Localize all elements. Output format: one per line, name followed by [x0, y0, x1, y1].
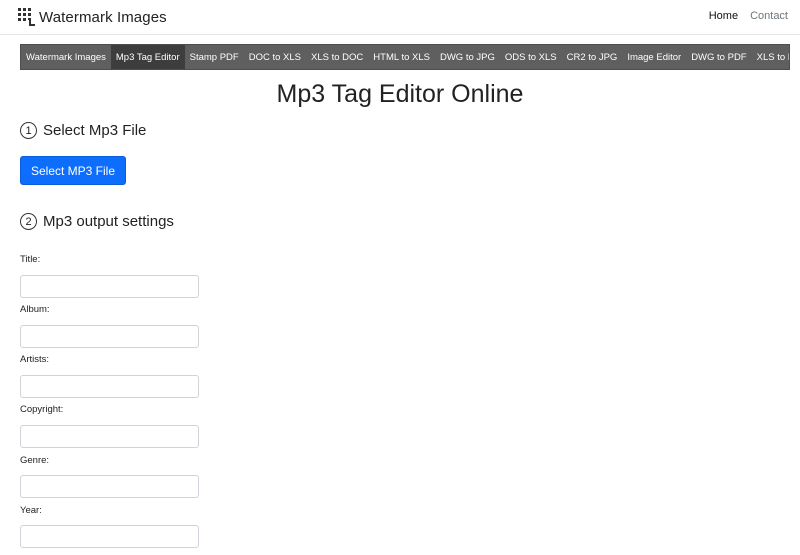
step-2-number-icon: 2: [20, 213, 37, 230]
top-nav-links: Home Contact: [709, 10, 788, 22]
nav-home-link[interactable]: Home: [709, 10, 738, 22]
year-input[interactable]: [20, 525, 199, 548]
album-input[interactable]: [20, 325, 199, 348]
tools-menu: Watermark Images Mp3 Tag Editor Stamp PD…: [20, 44, 790, 70]
copyright-input[interactable]: [20, 425, 199, 448]
artists-label: Artists:: [20, 354, 50, 365]
genre-label: Genre:: [20, 455, 50, 466]
tool-xls-to-pdf[interactable]: XLS to PDF: [752, 45, 789, 69]
tool-dwg-to-jpg[interactable]: DWG to JPG: [435, 45, 500, 69]
step-1-heading: 1 Select Mp3 File: [20, 122, 146, 139]
tool-image-editor[interactable]: Image Editor: [622, 45, 686, 69]
tool-mp3-tag-editor[interactable]: Mp3 Tag Editor: [110, 45, 185, 69]
nav-contact-link[interactable]: Contact: [750, 10, 788, 22]
tool-doc-to-xls[interactable]: DOC to XLS: [244, 45, 306, 69]
tool-xls-to-doc[interactable]: XLS to DOC: [306, 45, 368, 69]
step-1-label: Select Mp3 File: [43, 122, 147, 139]
step-2-heading: 2 Mp3 output settings: [20, 213, 174, 230]
title-label: Title:: [20, 254, 41, 265]
step-1-number-icon: 1: [20, 122, 37, 139]
year-label: Year:: [20, 505, 42, 516]
step-2-label: Mp3 output settings: [43, 213, 174, 230]
logo-icon: [18, 7, 36, 27]
tool-ods-to-xls[interactable]: ODS to XLS: [500, 45, 562, 69]
brand-link[interactable]: Watermark Images: [18, 6, 167, 28]
tool-html-to-xls[interactable]: HTML to XLS: [368, 45, 435, 69]
title-input[interactable]: [20, 275, 199, 298]
album-label: Album:: [20, 304, 50, 315]
top-navbar: Watermark Images Home Contact: [0, 0, 800, 35]
tool-cr2-to-jpg[interactable]: CR2 to JPG: [562, 45, 623, 69]
page-title: Mp3 Tag Editor Online: [276, 80, 524, 108]
genre-input[interactable]: [20, 475, 199, 498]
select-mp3-file-button[interactable]: Select MP3 File: [20, 156, 126, 185]
tool-watermark-images[interactable]: Watermark Images: [21, 45, 111, 69]
artists-input[interactable]: [20, 375, 199, 398]
copyright-label: Copyright:: [20, 404, 64, 415]
tool-dwg-to-pdf[interactable]: DWG to PDF: [686, 45, 751, 69]
tool-stamp-pdf[interactable]: Stamp PDF: [185, 45, 244, 69]
brand-name: Watermark Images: [39, 8, 167, 26]
